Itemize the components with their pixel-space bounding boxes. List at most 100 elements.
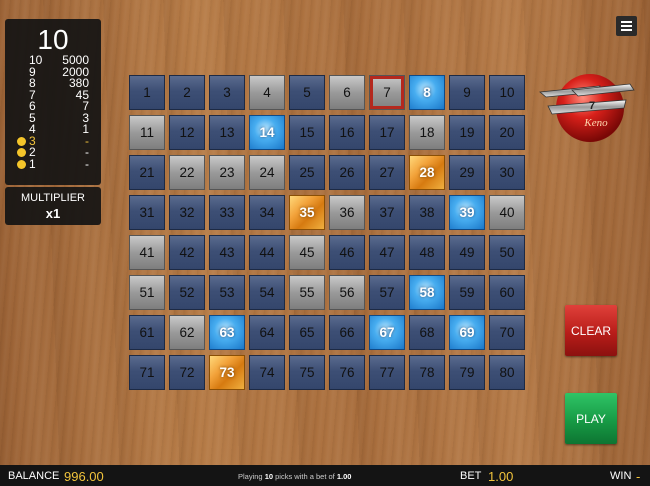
keno-cell-66[interactable]: 66 [329, 315, 365, 350]
paytable-panel: 10 10 5000 9 2000 8 380 7 45 6 7 5 3 4 1 3-2-1- [5, 19, 101, 185]
keno-cell-26[interactable]: 26 [329, 155, 365, 190]
keno-cell-44[interactable]: 44 [249, 235, 285, 270]
keno-cell-64[interactable]: 64 [249, 315, 285, 350]
keno-cell-15[interactable]: 15 [289, 115, 325, 150]
clear-button[interactable]: CLEAR [565, 305, 617, 356]
paytable-pay: - [85, 156, 89, 171]
keno-cell-30[interactable]: 30 [489, 155, 525, 190]
keno-cell-41[interactable]: 41 [129, 235, 165, 270]
keno-cell-2[interactable]: 2 [169, 75, 205, 110]
keno-cell-75[interactable]: 75 [289, 355, 325, 390]
keno-cell-62[interactable]: 62 [169, 315, 205, 350]
picks-count: 10 [37, 24, 69, 55]
keno-cell-56[interactable]: 56 [329, 275, 365, 310]
keno-cell-14[interactable]: 14 [249, 115, 285, 150]
keno-cell-1[interactable]: 1 [129, 75, 165, 110]
keno-cell-70[interactable]: 70 [489, 315, 525, 350]
multiplier-label: MULTIPLIER [21, 192, 85, 204]
keno-cell-5[interactable]: 5 [289, 75, 325, 110]
balance-label: BALANCE [8, 470, 60, 482]
keno-cell-50[interactable]: 50 [489, 235, 525, 270]
keno-cell-40[interactable]: 40 [489, 195, 525, 230]
keno-cell-63[interactable]: 63 [209, 315, 245, 350]
keno-cell-38[interactable]: 38 [409, 195, 445, 230]
keno-cell-42[interactable]: 42 [169, 235, 205, 270]
menu-button[interactable] [616, 16, 637, 36]
play-button[interactable]: PLAY [565, 393, 617, 444]
keno-cell-16[interactable]: 16 [329, 115, 365, 150]
keno-cell-77[interactable]: 77 [369, 355, 405, 390]
keno-cell-6[interactable]: 6 [329, 75, 365, 110]
game-logo: 7 Keno [539, 74, 635, 142]
keno-cell-72[interactable]: 72 [169, 355, 205, 390]
keno-cell-34[interactable]: 34 [249, 195, 285, 230]
logo-number: 7 [589, 100, 595, 112]
keno-cell-10[interactable]: 10 [489, 75, 525, 110]
keno-cell-29[interactable]: 29 [449, 155, 485, 190]
balance-value: 996.00 [64, 469, 104, 484]
keno-cell-20[interactable]: 20 [489, 115, 525, 150]
multiplier-panel: MULTIPLIER x1 [5, 187, 101, 225]
keno-cell-51[interactable]: 51 [129, 275, 165, 310]
keno-cell-71[interactable]: 71 [129, 355, 165, 390]
keno-cell-67[interactable]: 67 [369, 315, 405, 350]
keno-cell-3[interactable]: 3 [209, 75, 245, 110]
keno-cell-4[interactable]: 4 [249, 75, 285, 110]
coin-icon [17, 148, 26, 157]
keno-cell-22[interactable]: 22 [169, 155, 205, 190]
keno-cell-57[interactable]: 57 [369, 275, 405, 310]
keno-cell-7[interactable]: 7 [369, 75, 405, 110]
keno-cell-55[interactable]: 55 [289, 275, 325, 310]
keno-cell-12[interactable]: 12 [169, 115, 205, 150]
keno-cell-80[interactable]: 80 [489, 355, 525, 390]
keno-cell-9[interactable]: 9 [449, 75, 485, 110]
keno-cell-65[interactable]: 65 [289, 315, 325, 350]
keno-cell-49[interactable]: 49 [449, 235, 485, 270]
keno-cell-27[interactable]: 27 [369, 155, 405, 190]
keno-cell-68[interactable]: 68 [409, 315, 445, 350]
keno-cell-54[interactable]: 54 [249, 275, 285, 310]
keno-cell-43[interactable]: 43 [209, 235, 245, 270]
keno-cell-78[interactable]: 78 [409, 355, 445, 390]
keno-cell-59[interactable]: 59 [449, 275, 485, 310]
keno-cell-73[interactable]: 73 [209, 355, 245, 390]
keno-cell-46[interactable]: 46 [329, 235, 365, 270]
coin-icon [17, 136, 26, 146]
keno-cell-58[interactable]: 58 [409, 275, 445, 310]
keno-cell-52[interactable]: 52 [169, 275, 205, 310]
keno-cell-13[interactable]: 13 [209, 115, 245, 150]
keno-cell-21[interactable]: 21 [129, 155, 165, 190]
keno-cell-31[interactable]: 31 [129, 195, 165, 230]
keno-cell-25[interactable]: 25 [289, 155, 325, 190]
keno-cell-36[interactable]: 36 [329, 195, 365, 230]
win-value: - [636, 469, 641, 484]
keno-cell-53[interactable]: 53 [209, 275, 245, 310]
paytable-hits: 1 [29, 156, 36, 171]
keno-cell-39[interactable]: 39 [449, 195, 485, 230]
keno-cell-32[interactable]: 32 [169, 195, 205, 230]
coin-icon [17, 159, 26, 169]
keno-cell-79[interactable]: 79 [449, 355, 485, 390]
keno-cell-45[interactable]: 45 [289, 235, 325, 270]
keno-cell-23[interactable]: 23 [209, 155, 245, 190]
keno-cell-28[interactable]: 28 [409, 155, 445, 190]
hamburger-icon [621, 21, 632, 23]
keno-cell-37[interactable]: 37 [369, 195, 405, 230]
keno-cell-60[interactable]: 60 [489, 275, 525, 310]
keno-cell-74[interactable]: 74 [249, 355, 285, 390]
keno-cell-8[interactable]: 8 [409, 75, 445, 110]
keno-cell-19[interactable]: 19 [449, 115, 485, 150]
keno-cell-61[interactable]: 61 [129, 315, 165, 350]
keno-cell-24[interactable]: 24 [249, 155, 285, 190]
keno-cell-48[interactable]: 48 [409, 235, 445, 270]
paytable-row: 1- [13, 156, 97, 171]
bet-value[interactable]: 1.00 [488, 469, 513, 484]
keno-cell-35[interactable]: 35 [289, 195, 325, 230]
keno-cell-33[interactable]: 33 [209, 195, 245, 230]
keno-cell-17[interactable]: 17 [369, 115, 405, 150]
keno-cell-18[interactable]: 18 [409, 115, 445, 150]
keno-cell-69[interactable]: 69 [449, 315, 485, 350]
keno-cell-11[interactable]: 11 [129, 115, 165, 150]
keno-cell-47[interactable]: 47 [369, 235, 405, 270]
keno-cell-76[interactable]: 76 [329, 355, 365, 390]
